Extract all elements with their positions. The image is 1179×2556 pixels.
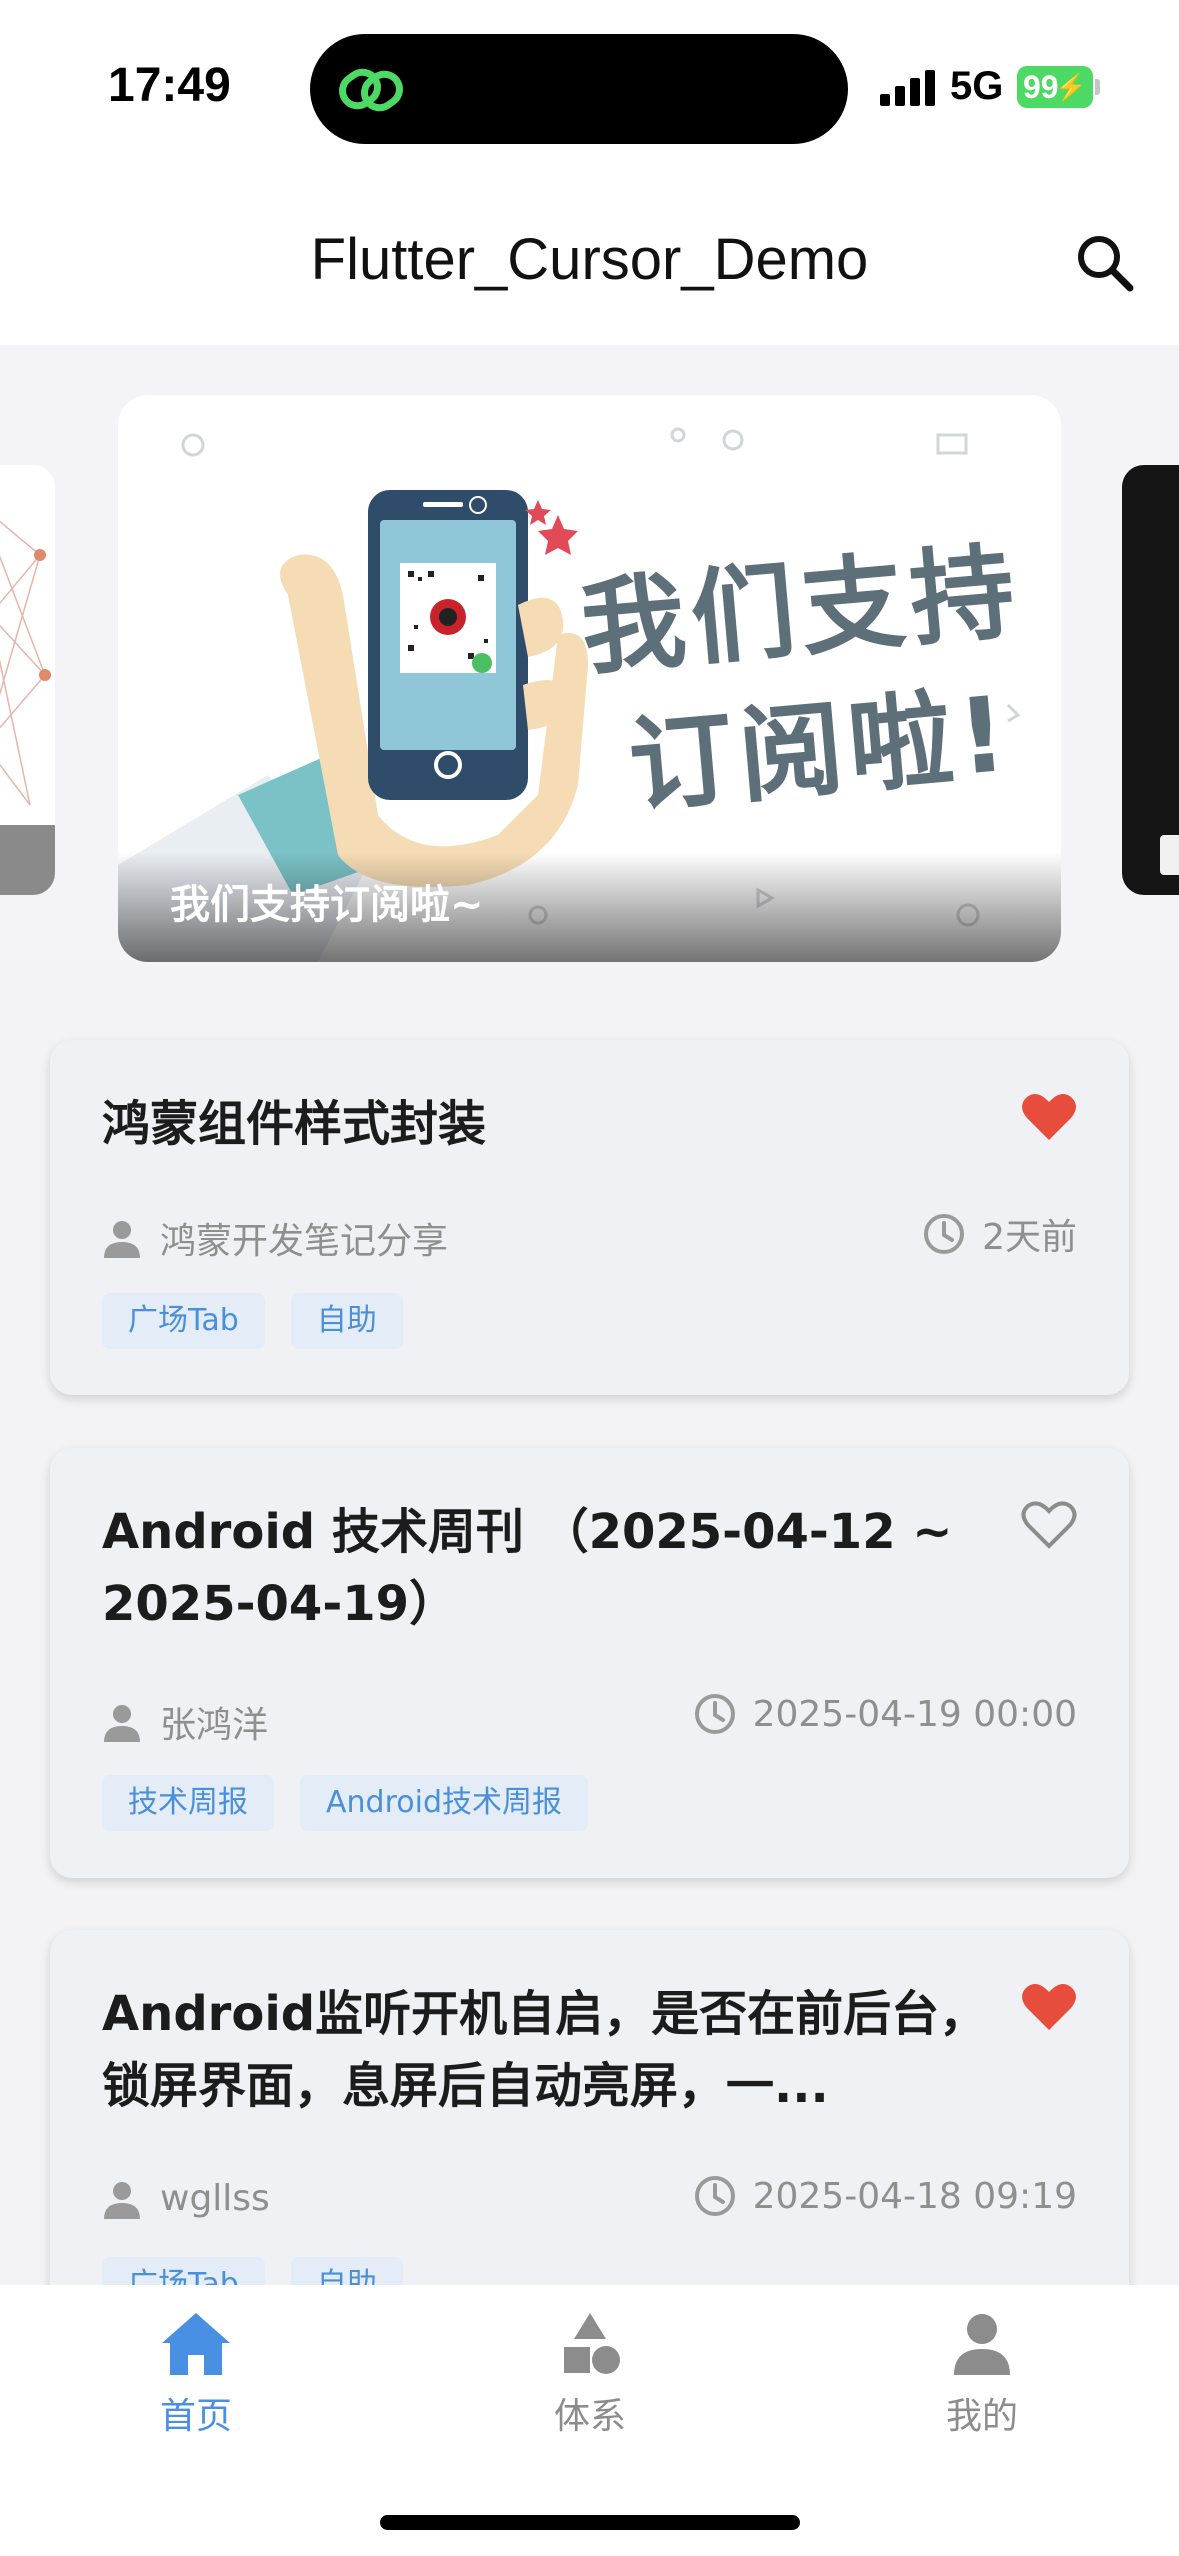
nav-tab-mine-label: 我的 — [945, 2396, 1018, 2437]
article-card[interactable]: Android监听开机自启，是否在前后台，锁屏界面，息屏后自动亮屏，一... w… — [50, 1930, 1129, 2285]
article-title: Android 技术周刊 （2025-04-12 ~ 2025-04-19） — [102, 1504, 953, 1632]
link-chain-icon — [339, 68, 403, 112]
nav-tab-mine[interactable]: 我的 — [882, 2309, 1082, 2439]
tag-chip[interactable]: 自助 — [290, 1293, 403, 1349]
app-bar: Flutter_Cursor_Demo — [0, 170, 1179, 345]
banner-carousel[interactable]: 我们支持 订阅啦! 我们支持订阅啦~ — [0, 345, 1179, 965]
banner-caption: 我们支持订阅啦~ — [170, 882, 484, 928]
article-tags: 广场Tab 自助 — [102, 1293, 429, 1349]
article-tags: 广场Tab 自助 — [102, 2257, 429, 2285]
banner-next-text-fragment — [1160, 835, 1179, 875]
nav-tab-system-label: 体系 — [553, 2396, 626, 2437]
banner-slide-previous[interactable] — [0, 465, 55, 895]
person-icon — [954, 2314, 1010, 2375]
person-icon — [104, 2181, 140, 2219]
status-time: 17:49 — [108, 59, 231, 112]
search-icon[interactable] — [1070, 228, 1140, 298]
article-title: Android监听开机自启，是否在前后台，锁屏界面，息屏后自动亮屏，一... — [102, 1986, 988, 2114]
article-time: 2025-04-18 09:19 — [693, 2174, 1077, 2218]
article-time-value: 2025-04-19 00:00 — [752, 1693, 1077, 1735]
nav-tab-home-label: 首页 — [159, 2396, 232, 2437]
nav-tab-system[interactable]: 体系 — [490, 2309, 690, 2439]
heart-outline-icon[interactable] — [1021, 1500, 1077, 1550]
article-time: 2025-04-19 00:00 — [693, 1692, 1077, 1736]
status-bar: 17:49 5G 99 ⚡ — [0, 0, 1179, 170]
tag-chip[interactable]: 自助 — [290, 2257, 403, 2285]
clock-icon — [694, 1694, 735, 1734]
article-time: 2天前 — [922, 1208, 1077, 1260]
network-label: 5G — [950, 64, 1004, 108]
tag-chip[interactable]: 技术周报 — [102, 1775, 274, 1831]
network-graph-image — [0, 520, 55, 895]
heart-filled-icon[interactable] — [1021, 1982, 1077, 2032]
banner-slide-current[interactable]: 我们支持 订阅啦! 我们支持订阅啦~ — [118, 395, 1061, 962]
article-author-name: 鸿蒙开发笔记分享 — [160, 1221, 449, 1262]
tag-chip[interactable]: Android技术周报 — [300, 1775, 588, 1831]
banner-slide-next[interactable] — [1122, 465, 1179, 895]
article-time-value: 2天前 — [982, 1217, 1077, 1258]
charging-bolt-icon: ⚡ — [1054, 72, 1087, 102]
home-icon — [162, 2313, 230, 2375]
article-author: 鸿蒙开发笔记分享 — [102, 1212, 448, 1264]
dynamic-island — [310, 34, 848, 144]
article-author-name: 张鸿洋 — [160, 1705, 269, 1746]
page-title: Flutter_Cursor_Demo — [310, 227, 869, 292]
article-title: 鸿蒙组件样式封装 — [102, 1096, 487, 1152]
article-tags: 技术周报 Android技术周报 — [102, 1775, 614, 1831]
clock-icon — [694, 2176, 735, 2216]
home-indicator[interactable] — [380, 2515, 800, 2530]
shapes-icon — [564, 2313, 620, 2374]
article-card[interactable]: Android 技术周刊 （2025-04-12 ~ 2025-04-19） 张… — [50, 1448, 1129, 1878]
battery-nub — [1095, 79, 1100, 95]
article-author: wgllss — [102, 2178, 270, 2219]
article-card[interactable]: 鸿蒙组件样式封装 鸿蒙开发笔记分享 2天前 广场Tab 自助 — [50, 1040, 1129, 1395]
article-time-value: 2025-04-18 09:19 — [752, 2175, 1077, 2217]
tag-chip[interactable]: 广场Tab — [102, 2257, 265, 2285]
cellular-signal-icon — [880, 70, 935, 106]
article-author: 张鸿洋 — [102, 1696, 268, 1748]
nav-tab-home[interactable]: 首页 — [96, 2309, 296, 2439]
clock-icon — [924, 1214, 965, 1254]
person-icon — [104, 1705, 140, 1742]
heart-filled-icon[interactable] — [1021, 1092, 1077, 1142]
tag-chip[interactable]: 广场Tab — [102, 1293, 265, 1349]
article-list[interactable]: 鸿蒙组件样式封装 鸿蒙开发笔记分享 2天前 广场Tab 自助 Android 技… — [0, 965, 1179, 2285]
article-author-name: wgllss — [160, 2178, 270, 2219]
person-icon — [104, 1221, 140, 1258]
battery-level: 99 — [1023, 69, 1059, 105]
battery-indicator: 99 ⚡ — [1017, 66, 1093, 108]
